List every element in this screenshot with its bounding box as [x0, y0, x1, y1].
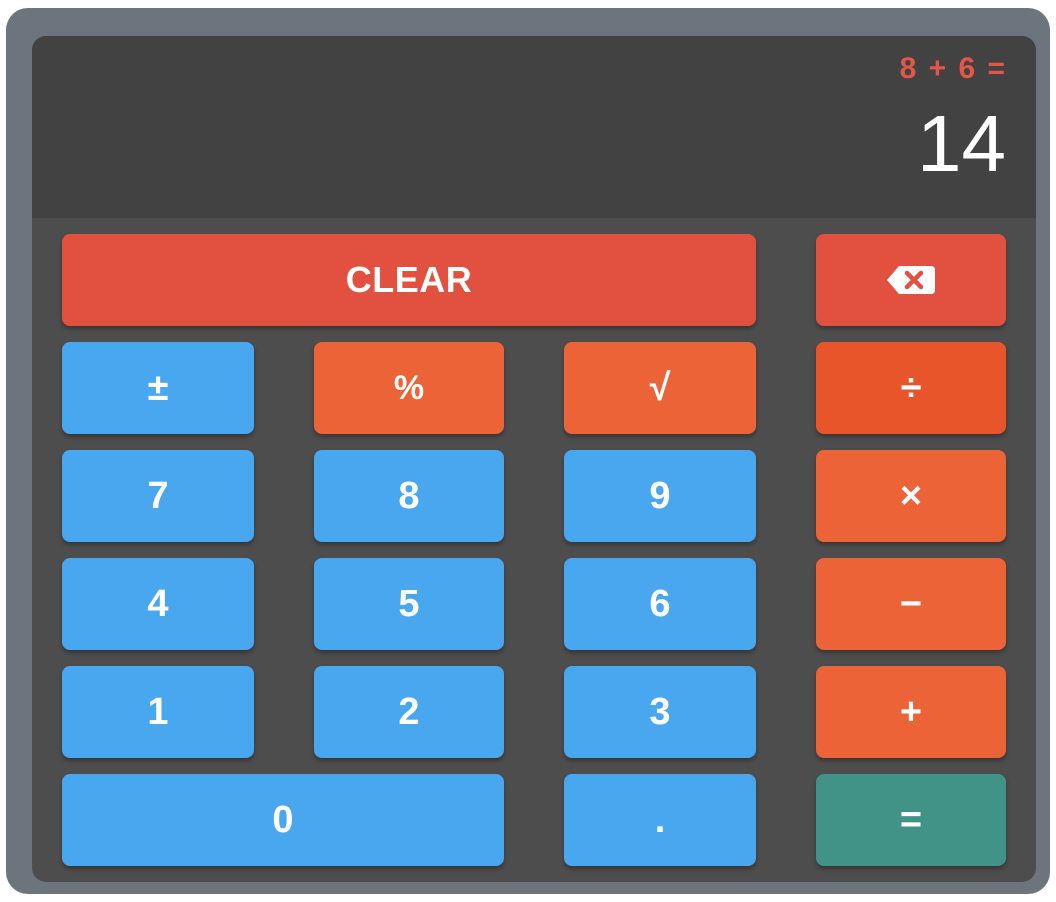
digit-0-button[interactable]: 0: [62, 774, 504, 866]
digit-6-button[interactable]: 6: [564, 558, 756, 650]
multiply-button[interactable]: ×: [816, 450, 1006, 542]
calculator-body: 8 + 6 = 14 CLEAR ± % √ ÷ 7 8 9 × 4 5 6 −: [32, 36, 1036, 882]
clear-button[interactable]: CLEAR: [62, 234, 756, 326]
digit-2-button[interactable]: 2: [314, 666, 504, 758]
divide-button[interactable]: ÷: [816, 342, 1006, 434]
expression-text: 8 + 6 =: [899, 52, 1006, 85]
digit-1-button[interactable]: 1: [62, 666, 254, 758]
backspace-icon: [887, 266, 935, 294]
decimal-button[interactable]: .: [564, 774, 756, 866]
percent-button[interactable]: %: [314, 342, 504, 434]
digit-9-button[interactable]: 9: [564, 450, 756, 542]
digit-4-button[interactable]: 4: [62, 558, 254, 650]
backspace-button[interactable]: [816, 234, 1006, 326]
plus-minus-button[interactable]: ±: [62, 342, 254, 434]
result-value: 14: [917, 99, 1006, 188]
sqrt-button[interactable]: √: [564, 342, 756, 434]
digit-3-button[interactable]: 3: [564, 666, 756, 758]
minus-button[interactable]: −: [816, 558, 1006, 650]
digit-7-button[interactable]: 7: [62, 450, 254, 542]
equals-button[interactable]: =: [816, 774, 1006, 866]
calculator-frame: 8 + 6 = 14 CLEAR ± % √ ÷ 7 8 9 × 4 5 6 −: [6, 8, 1050, 894]
plus-button[interactable]: +: [816, 666, 1006, 758]
digit-5-button[interactable]: 5: [314, 558, 504, 650]
display-panel: 8 + 6 = 14: [32, 36, 1036, 218]
digit-8-button[interactable]: 8: [314, 450, 504, 542]
